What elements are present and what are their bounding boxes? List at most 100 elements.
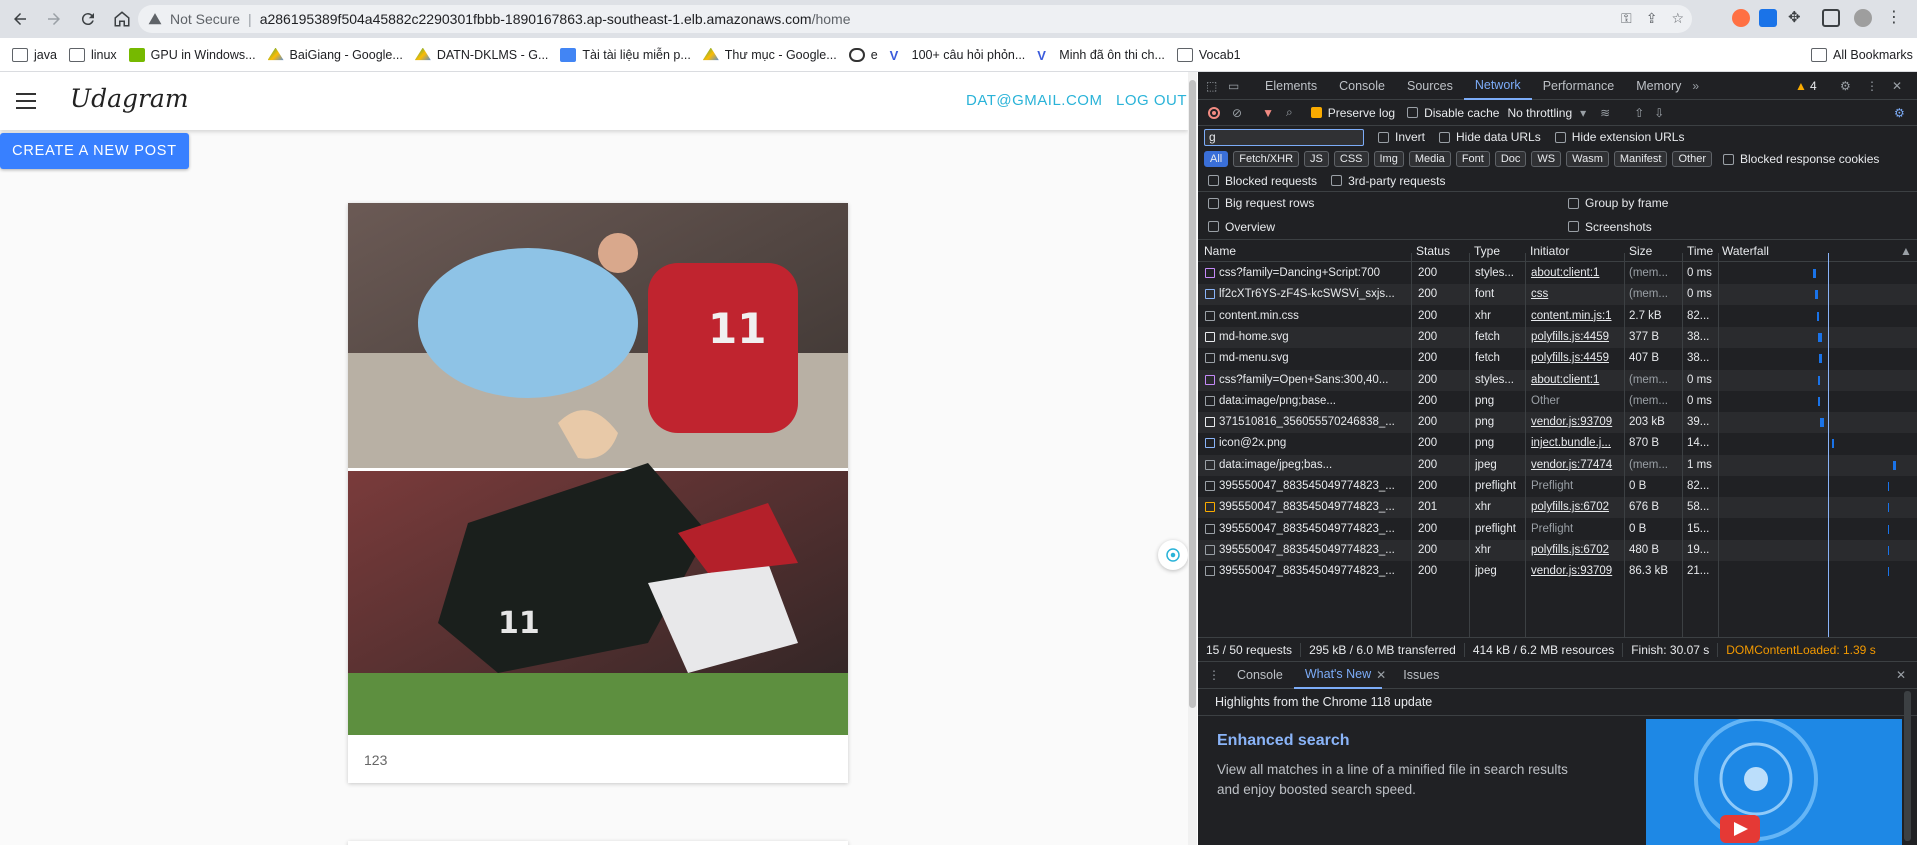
row-initiator[interactable]: polyfills.js:4459	[1531, 327, 1623, 348]
table-row[interactable]: data:image/jpeg;bas... 200 jpeg vendor.js:7…	[1198, 454, 1917, 476]
big-request-rows-checkbox[interactable]: Big request rows	[1208, 196, 1314, 210]
third-party-checkbox[interactable]: 3rd-party requests	[1331, 174, 1445, 188]
forward-button[interactable]	[40, 5, 68, 33]
overview-checkbox[interactable]: Overview	[1208, 220, 1275, 234]
whats-new-video-thumbnail[interactable]	[1646, 719, 1902, 845]
invert-checkbox[interactable]: Invert	[1378, 130, 1425, 144]
issues-count[interactable]: 4	[1810, 79, 1817, 93]
tab-memory[interactable]: Memory	[1625, 72, 1692, 100]
tab-performance[interactable]: Performance	[1532, 72, 1626, 100]
drawer-scrollbar[interactable]	[1904, 691, 1911, 841]
bookmark-10[interactable]: Vocab1	[1176, 47, 1241, 62]
table-row[interactable]: 395550047_883545049774823_... 200 jpeg vend…	[1198, 561, 1917, 582]
screenshots-checkbox[interactable]: Screenshots	[1568, 220, 1652, 234]
bookmark-8[interactable]: V 100+ câu hỏi phỏn...	[890, 48, 1026, 63]
dropdown-icon[interactable]: ▾	[1580, 106, 1586, 120]
table-row[interactable]: md-menu.svg 200 fetch polyfills.js:4459 407 …	[1198, 348, 1917, 369]
row-initiator[interactable]: polyfills.js:4459	[1531, 348, 1623, 369]
row-initiator[interactable]: vendor.js:93709	[1531, 412, 1623, 433]
table-row[interactable]: 395550047_883545049774823_... 200 prefligh…	[1198, 476, 1917, 497]
close-tab-icon[interactable]: ✕	[1376, 668, 1386, 682]
disable-cache-checkbox[interactable]: Disable cache	[1407, 106, 1499, 120]
row-initiator[interactable]: polyfills.js:6702	[1531, 497, 1623, 518]
tab-network[interactable]: Network	[1463, 72, 1532, 100]
create-post-button[interactable]: CREATE A NEW POST	[0, 133, 189, 169]
back-button[interactable]	[6, 5, 34, 33]
col-size[interactable]: Size	[1629, 240, 1652, 262]
filter-css[interactable]: CSS	[1333, 151, 1369, 167]
whats-new-next-heading[interactable]	[1217, 809, 1577, 829]
filter-wasm[interactable]: Wasm	[1566, 151, 1609, 167]
table-row[interactable]: content.min.css 200 xhr content.min.js:1 2.7…	[1198, 306, 1917, 327]
bookmark-2[interactable]: GPU in Windows...	[128, 47, 256, 62]
hide-extension-urls-checkbox[interactable]: Hide extension URLs	[1554, 130, 1684, 144]
record-icon[interactable]	[1208, 106, 1220, 119]
close-icon[interactable]: ✕	[1892, 79, 1902, 93]
bookmark-7[interactable]: e	[848, 47, 878, 62]
drawer-tab-issues[interactable]: Issues	[1392, 661, 1450, 689]
puzzle-icon[interactable]: ✥	[1788, 8, 1806, 26]
import-har-icon[interactable]: ⇧	[1634, 106, 1644, 120]
device-toggle-icon[interactable]: ▭	[1228, 79, 1254, 93]
extension-fire-icon[interactable]	[1732, 9, 1750, 27]
filter-img[interactable]: Img	[1373, 151, 1404, 167]
col-time[interactable]: Time	[1687, 240, 1713, 262]
bookmark-9[interactable]: V Minh đã ôn thi ch...	[1037, 48, 1165, 63]
blocked-requests-checkbox[interactable]: Blocked requests	[1208, 174, 1317, 188]
more-tabs-icon[interactable]: »	[1692, 79, 1699, 93]
sidepanel-icon[interactable]	[1822, 9, 1840, 27]
col-initiator[interactable]: Initiator	[1530, 240, 1569, 262]
table-row[interactable]: icon@2x.png 200 png inject.bundle.j... 870 B…	[1198, 433, 1917, 454]
post-image[interactable]: 11 11	[348, 203, 848, 735]
share-icon[interactable]: ⇪	[1646, 10, 1658, 27]
row-initiator[interactable]: about:client:1	[1531, 263, 1623, 284]
hamburger-menu-icon[interactable]	[16, 93, 36, 109]
filter-input[interactable]: g	[1204, 128, 1364, 146]
whats-new-heading[interactable]: Enhanced search	[1217, 732, 1350, 750]
table-row[interactable]: 395550047_883545049774823_... 200 xhr polyf…	[1198, 539, 1917, 561]
close-drawer-icon[interactable]: ✕	[1896, 668, 1906, 682]
row-initiator[interactable]: Preflight	[1531, 476, 1623, 497]
bookmark-6[interactable]: Thư mục - Google...	[702, 47, 837, 62]
inspect-icon[interactable]: ⬚	[1206, 79, 1228, 93]
table-row[interactable]: data:image/png;base... 200 png Other (mem...…	[1198, 391, 1917, 412]
sort-asc-icon[interactable]: ▲	[1900, 240, 1912, 262]
bookmark-5[interactable]: Tài tài liệu miễn p...	[560, 47, 691, 62]
table-row[interactable]: 395550047_883545049774823_... 200 prefligh…	[1198, 519, 1917, 540]
export-har-icon[interactable]: ⇩	[1654, 106, 1664, 120]
bookmark-3[interactable]: BaiGiang - Google...	[267, 47, 403, 62]
filter-ws[interactable]: WS	[1531, 151, 1562, 167]
drawer-menu-icon[interactable]: ⋮	[1208, 668, 1220, 682]
row-initiator[interactable]: content.min.js:1	[1531, 306, 1623, 327]
key-icon[interactable]: ⚿	[1621, 10, 1632, 27]
col-type[interactable]: Type	[1474, 240, 1500, 262]
devtools-menu-icon[interactable]: ⋮	[1866, 79, 1878, 93]
table-row[interactable]: 371510816_356055570246838_... 200 png vendo…	[1198, 412, 1917, 434]
bookmark-4[interactable]: DATN-DKLMS - G...	[414, 47, 548, 62]
col-waterfall[interactable]: Waterfall	[1722, 240, 1769, 262]
filter-doc[interactable]: Doc	[1494, 151, 1527, 167]
table-row[interactable]: css?family=Dancing+Script:700 200 styles..…	[1198, 263, 1917, 284]
row-initiator[interactable]: css	[1531, 284, 1623, 305]
search-icon[interactable]: ⌕	[1286, 105, 1293, 120]
bookmark-1[interactable]: linux	[68, 47, 117, 62]
row-initiator[interactable]: vendor.js:77474	[1531, 455, 1623, 476]
preserve-log-checkbox[interactable]: Preserve log	[1310, 106, 1395, 120]
drawer-tab-whats-new[interactable]: What's New	[1293, 661, 1383, 689]
row-initiator[interactable]: Other	[1531, 391, 1623, 412]
throttling-select[interactable]: No throttling	[1507, 106, 1572, 120]
hide-data-urls-checkbox[interactable]: Hide data URLs	[1439, 130, 1541, 144]
wifi-icon[interactable]: ≋	[1600, 106, 1610, 120]
blocked-response-cookies-checkbox[interactable]: Blocked response cookies	[1722, 152, 1879, 166]
settings-gear-icon[interactable]: ⚙	[1840, 79, 1851, 93]
home-button[interactable]	[108, 5, 136, 33]
scroll-thumb[interactable]	[1189, 80, 1196, 708]
row-initiator[interactable]: Preflight	[1531, 519, 1623, 540]
app-logo[interactable]: Udagram	[70, 84, 189, 113]
col-name[interactable]: Name	[1204, 240, 1236, 262]
filter-fetch-xhr[interactable]: Fetch/XHR	[1233, 151, 1300, 167]
filter-icon[interactable]: ▼	[1262, 106, 1274, 120]
star-icon[interactable]: ☆	[1671, 10, 1684, 27]
user-email-link[interactable]: DAT@GMAIL.COM	[966, 92, 1102, 109]
filter-other[interactable]: Other	[1672, 151, 1712, 167]
